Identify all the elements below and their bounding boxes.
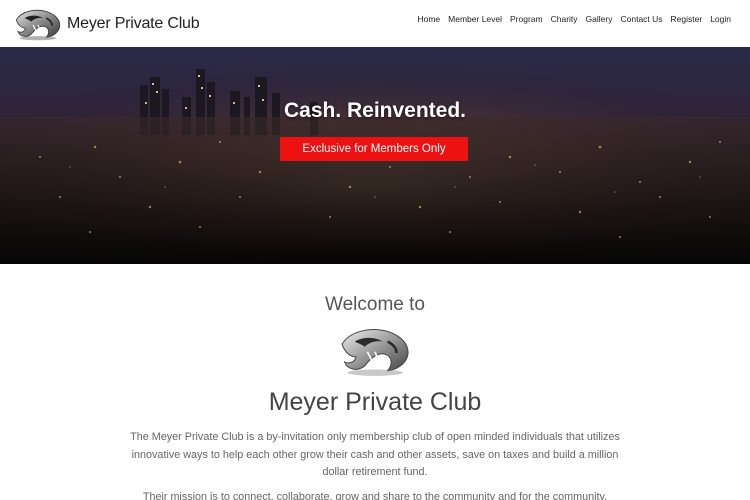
nav-member-level[interactable]: Member Level: [448, 14, 502, 24]
nav-program[interactable]: Program: [510, 14, 543, 24]
hero-title: Cash. Reinvented.: [283, 99, 467, 122]
nav-login[interactable]: Login: [710, 14, 731, 24]
nav-contact-us[interactable]: Contact Us: [620, 14, 662, 24]
welcome-heading: Welcome to: [325, 294, 425, 315]
brand-home-link[interactable]: Meyer Private Club: [13, 6, 200, 42]
nav-home[interactable]: Home: [417, 14, 440, 24]
nav-register[interactable]: Register: [671, 14, 703, 24]
hero-banner: Cash. Reinvented. Exclusive for Members …: [0, 47, 750, 264]
brand-name[interactable]: Meyer Private Club: [67, 15, 200, 33]
mission-statement: Their mission is to connect, collaborate…: [142, 491, 608, 500]
club-description: The Meyer Private Club is a by-invitatio…: [130, 431, 620, 478]
members-only-button[interactable]: Exclusive for Members Only: [280, 137, 468, 161]
main-nav: Home Member Level Program Charity Galler…: [417, 14, 731, 24]
club-name-title: Meyer Private Club: [268, 388, 482, 416]
panther-logo-icon: [341, 329, 409, 376]
nav-charity[interactable]: Charity: [551, 14, 578, 24]
panther-logo-icon: [15, 9, 61, 40]
nav-gallery[interactable]: Gallery: [586, 14, 613, 24]
top-navbar: Meyer Private Club Home Member Level Pro…: [0, 0, 750, 47]
